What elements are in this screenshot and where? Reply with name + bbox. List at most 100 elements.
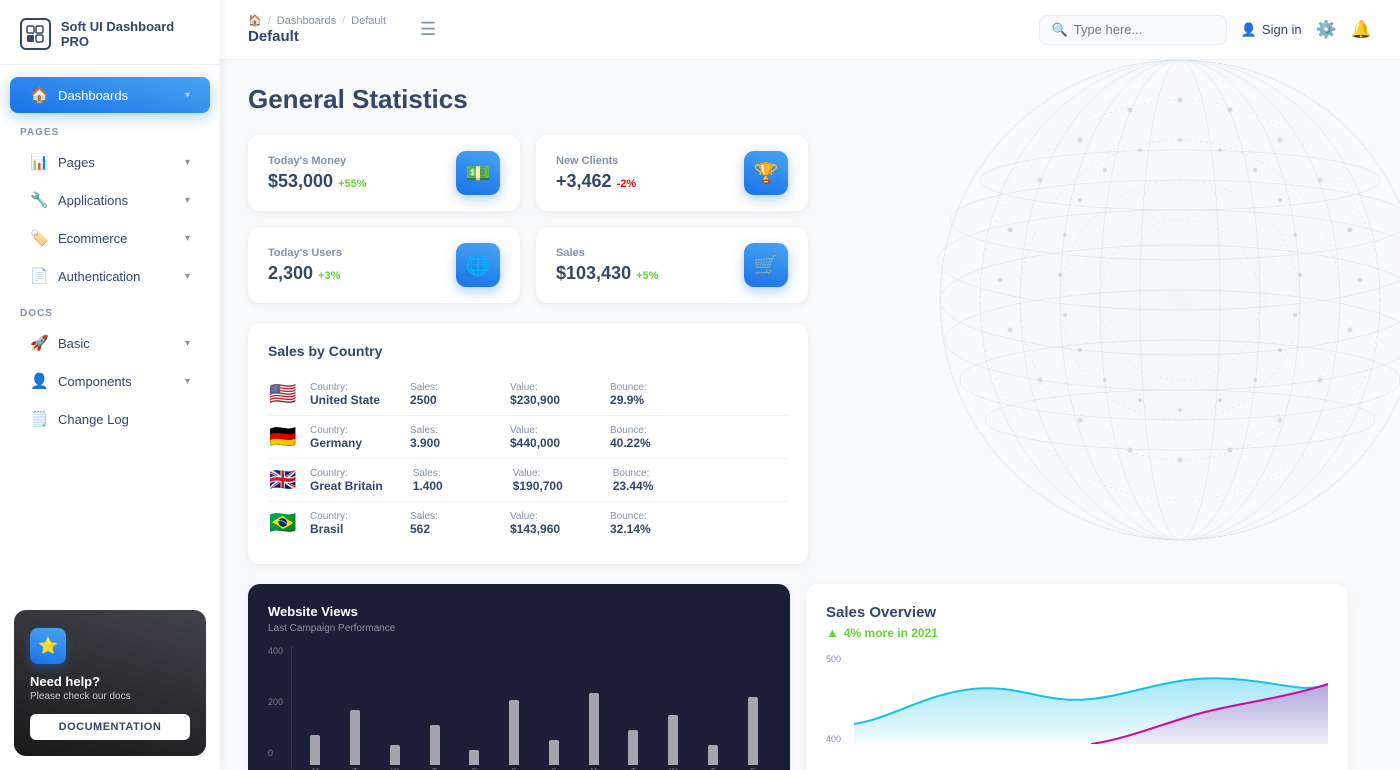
authentication-icon: 📄: [30, 267, 48, 285]
stats-grid: Today's Money $53,000 +55% 💵 New Clients…: [248, 135, 808, 303]
topbar: 🏠 / Dashboards / Default Default ☰ 🔍 👤 S…: [220, 0, 1400, 60]
sales-overview-title: Sales Overview: [826, 604, 1328, 621]
page-heading: General Statistics: [248, 84, 1372, 115]
content-wrapper: General Statistics Today's Money $53,000…: [248, 84, 1372, 770]
stat-card-users: Today's Users 2,300 +3% 🌐: [248, 227, 520, 303]
sidebar-item-label: Applications: [58, 193, 128, 208]
stat-value: $103,430: [556, 263, 631, 284]
chevron-down-icon: ▾: [185, 233, 190, 244]
sidebar-logo: Soft UI Dashboard PRO: [0, 0, 220, 65]
sidebar-item-label: Authentication: [58, 269, 140, 284]
help-subtitle: Please check our docs: [30, 691, 190, 702]
docs-section-label: DOCS: [0, 296, 220, 323]
stat-value: +3,462: [556, 171, 612, 192]
country-row: 🇧🇷 Country: Brasil Sales: 562 Value: $: [268, 502, 788, 544]
chevron-down-icon: ▾: [185, 90, 190, 101]
person-icon: 👤: [1241, 22, 1257, 38]
globe-icon: 🌐: [456, 243, 500, 287]
settings-icon[interactable]: ⚙️: [1316, 20, 1337, 40]
basic-icon: 🚀: [30, 334, 48, 352]
stat-info: New Clients +3,462 -2%: [556, 155, 636, 192]
stat-label: Today's Users: [268, 247, 342, 259]
country-data: Country: Germany Sales: 3.900 Value: $44…: [310, 425, 680, 450]
country-row: 🇬🇧 Country: Great Britain Sales: 1.400 V…: [268, 459, 788, 502]
sidebar-item-applications[interactable]: 🔧 Applications ▾: [10, 182, 210, 218]
changelog-icon: 🗒️: [30, 410, 48, 428]
topbar-right: 🔍 👤 Sign in ⚙️ 🔔: [1039, 15, 1372, 45]
sidebar-item-authentication[interactable]: 📄 Authentication ▾: [10, 258, 210, 294]
flag-us: 🇺🇸: [268, 381, 298, 407]
sidebar-item-label: Basic: [58, 336, 90, 351]
stat-change: -2%: [617, 178, 637, 190]
stat-change: +55%: [338, 178, 366, 190]
country-row: 🇺🇸 Country: United State Sales: 2500 Val…: [268, 373, 788, 416]
stat-change: +3%: [318, 270, 340, 282]
bar-chart-subtitle: Last Campaign Performance: [268, 623, 395, 634]
pages-icon: 📊: [30, 153, 48, 171]
sales-section-title: Sales by Country: [268, 343, 788, 359]
home-icon: 🏠: [248, 14, 262, 27]
breadcrumb-path: 🏠 / Dashboards / Default: [248, 14, 386, 27]
menu-icon[interactable]: ☰: [420, 19, 436, 40]
breadcrumb: 🏠 / Dashboards / Default Default: [248, 14, 386, 45]
search-icon: 🔍: [1052, 22, 1068, 38]
help-title: Need help?: [30, 674, 190, 689]
sales-overview-subtitle: 4% more in 2021: [844, 626, 938, 640]
country-sales: 1.400: [413, 479, 483, 493]
country-name: Brasil: [310, 522, 380, 536]
search-input[interactable]: [1074, 22, 1214, 37]
country-value: $190,700: [513, 479, 583, 493]
sidebar-item-label: Pages: [58, 155, 95, 170]
country-data: Country: Great Britain Sales: 1.400 Valu…: [310, 468, 683, 493]
sidebar-item-changelog[interactable]: 🗒️ Change Log: [10, 401, 210, 437]
documentation-button[interactable]: DOCUMENTATION: [30, 714, 190, 740]
country-value: $230,900: [510, 393, 580, 407]
chevron-down-icon: ▾: [185, 338, 190, 349]
country-bounce: 29.9%: [610, 393, 680, 407]
flag-gb: 🇬🇧: [268, 467, 298, 493]
sidebar-help-card: ⭐ Need help? Please check our docs DOCUM…: [14, 610, 206, 756]
bar-chart-card: Website Views Last Campaign Performance …: [248, 584, 790, 770]
stat-info: Today's Money $53,000 +55%: [268, 155, 367, 192]
sidebar-item-label: Components: [58, 374, 132, 389]
components-icon: 👤: [30, 372, 48, 390]
charts-row: Website Views Last Campaign Performance …: [248, 584, 1348, 770]
stat-card-clients: New Clients +3,462 -2% 🏆: [536, 135, 808, 211]
sidebar-item-basic[interactable]: 🚀 Basic ▾: [10, 325, 210, 361]
stat-card-money: Today's Money $53,000 +55% 💵: [248, 135, 520, 211]
money-icon: 💵: [456, 151, 500, 195]
country-bounce: 32.14%: [610, 522, 680, 536]
page-title-breadcrumb: Default: [248, 28, 386, 45]
trend-up-icon: ▲: [826, 625, 839, 640]
stat-info: Sales $103,430 +5%: [556, 247, 658, 284]
sidebar-item-ecommerce[interactable]: 🏷️ Ecommerce ▾: [10, 220, 210, 256]
dark-chart-content: Website Views Last Campaign Performance …: [248, 584, 790, 770]
signin-button[interactable]: 👤 Sign in: [1241, 22, 1302, 38]
trophy-icon: 🏆: [744, 151, 788, 195]
sidebar-item-dashboards[interactable]: 🏠 Dashboards ▾: [10, 77, 210, 113]
country-sales: 3.900: [410, 436, 480, 450]
stat-card-sales: Sales $103,430 +5% 🛒: [536, 227, 808, 303]
chevron-down-icon: ▾: [185, 195, 190, 206]
main-area: 🏠 / Dashboards / Default Default ☰ 🔍 👤 S…: [220, 0, 1400, 770]
country-sales: 562: [410, 522, 480, 536]
search-box[interactable]: 🔍: [1039, 15, 1227, 45]
bell-icon[interactable]: 🔔: [1351, 20, 1372, 40]
help-star-icon: ⭐: [30, 628, 66, 664]
country-name: Great Britain: [310, 479, 383, 493]
stat-info: Today's Users 2,300 +3%: [268, 247, 342, 284]
country-bounce: 23.44%: [613, 479, 683, 493]
sidebar-item-components[interactable]: 👤 Components ▾: [10, 363, 210, 399]
chevron-down-icon: ▾: [185, 157, 190, 168]
app-name: Soft UI Dashboard PRO: [61, 19, 200, 49]
stat-value: 2,300: [268, 263, 313, 284]
sidebar-item-label: Dashboards: [58, 88, 128, 103]
content-area: General Statistics Today's Money $53,000…: [220, 60, 1400, 770]
pages-section-label: PAGES: [0, 115, 220, 142]
country-data: Country: Brasil Sales: 562 Value: $143,9…: [310, 511, 680, 536]
country-sales: 2500: [410, 393, 480, 407]
country-bounce: 40.22%: [610, 436, 680, 450]
stat-label: Today's Money: [268, 155, 367, 167]
sidebar-item-pages[interactable]: 📊 Pages ▾: [10, 144, 210, 180]
stat-label: Sales: [556, 247, 658, 259]
